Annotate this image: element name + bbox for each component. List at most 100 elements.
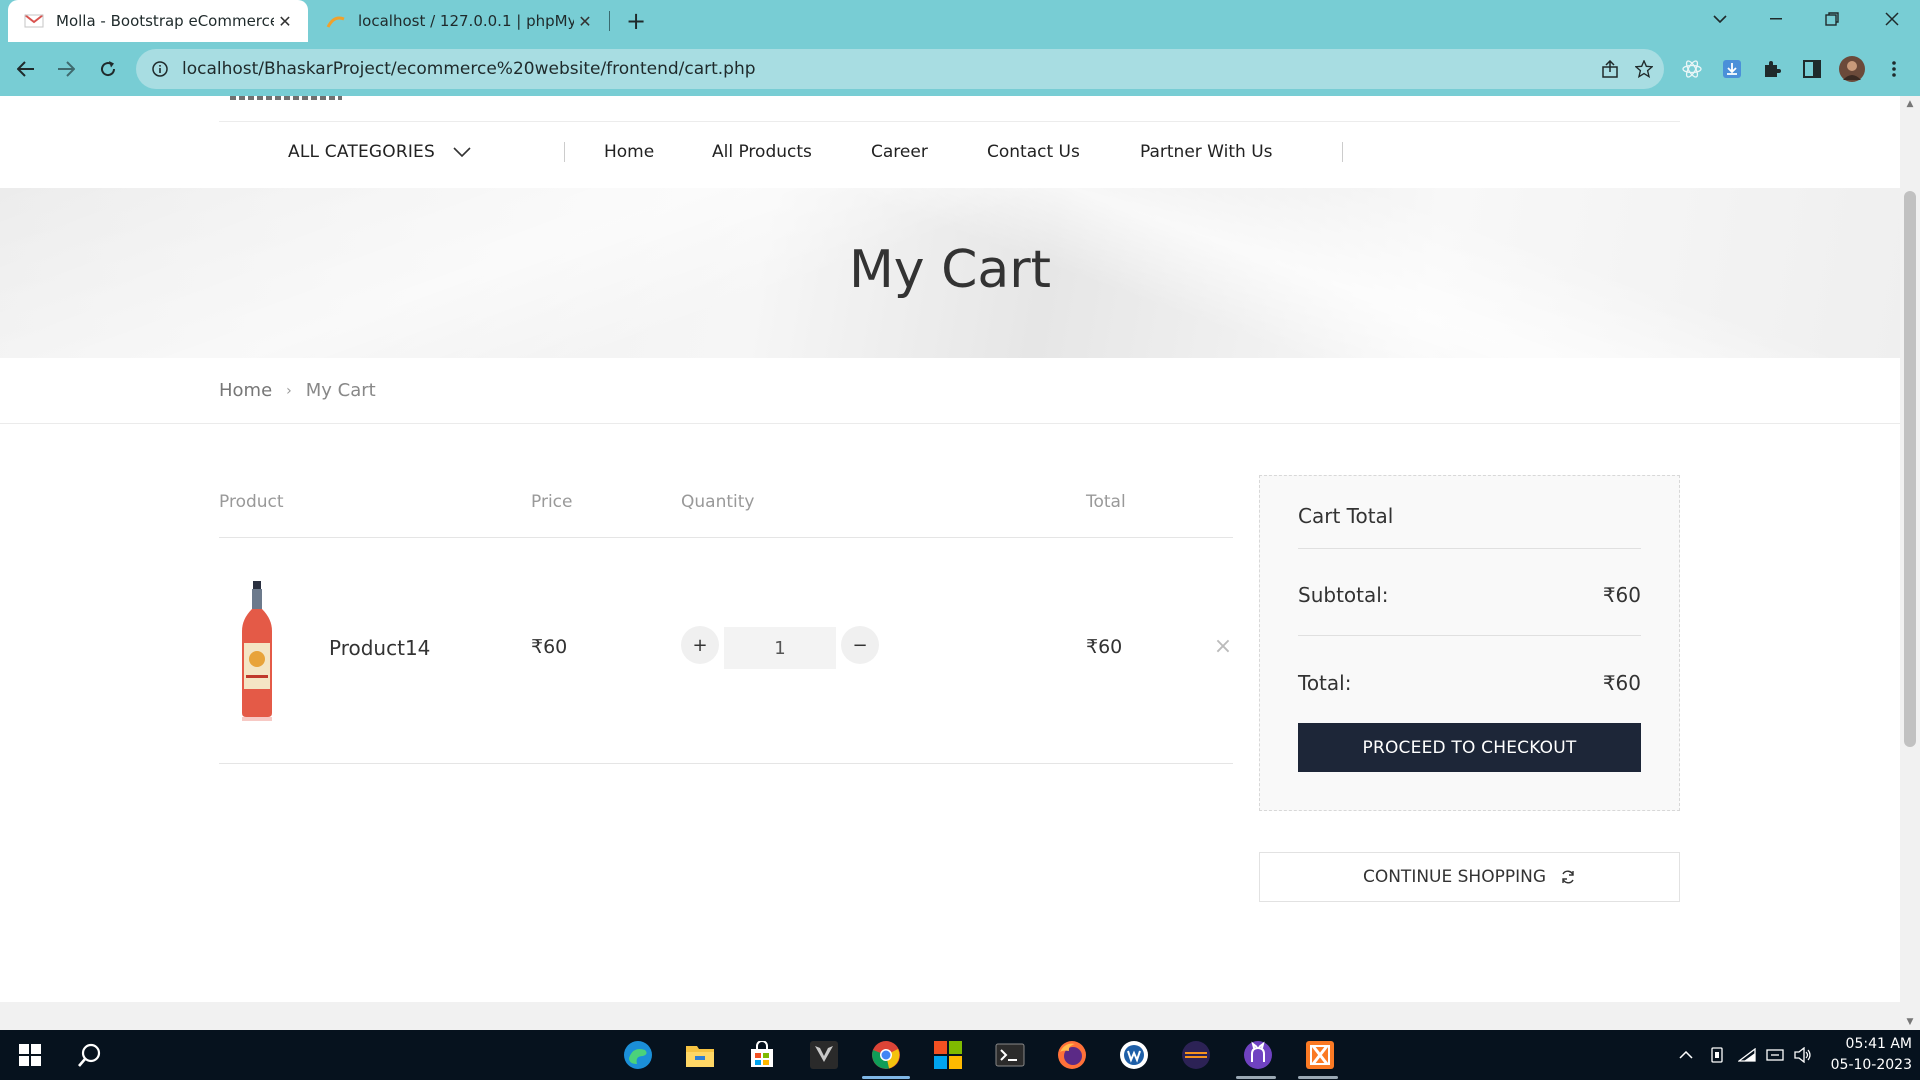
share-icon[interactable] — [1592, 49, 1628, 89]
nav-divider — [564, 142, 565, 162]
close-tab-icon[interactable]: ✕ — [274, 10, 296, 32]
edge-browser-icon[interactable] — [620, 1037, 656, 1073]
breadcrumb: Home › My Cart — [219, 380, 376, 401]
column-header-total: Total — [1086, 492, 1126, 512]
scroll-down-arrow-icon[interactable]: ▼ — [1900, 1014, 1920, 1030]
file-explorer-icon[interactable] — [682, 1037, 718, 1073]
column-header-price: Price — [531, 492, 573, 512]
chrome-menu-icon[interactable] — [1876, 51, 1912, 87]
page-title: My Cart — [848, 240, 1052, 300]
quantity-input[interactable] — [724, 627, 836, 669]
clock-date: 05-10-2023 — [1830, 1057, 1912, 1073]
summary-divider — [1298, 548, 1641, 549]
breadcrumb-home-link[interactable]: Home — [219, 380, 272, 401]
page-scrollbar[interactable]: ▲ ▼ — [1900, 96, 1920, 1030]
summary-title: Cart Total — [1298, 504, 1394, 528]
wifi-icon[interactable] — [1734, 1030, 1760, 1080]
show-hidden-icons-chevron-icon[interactable] — [1672, 1030, 1700, 1080]
subtotal-label: Subtotal: — [1298, 583, 1389, 607]
scroll-up-arrow-icon[interactable]: ▲ — [1900, 96, 1920, 112]
profile-avatar[interactable] — [1834, 51, 1870, 87]
remove-item-icon[interactable]: × — [1213, 634, 1233, 659]
react-devtools-icon[interactable] — [1674, 51, 1710, 87]
quantity-decrement-button[interactable]: − — [841, 626, 879, 664]
nav-link-home[interactable]: Home — [604, 122, 654, 182]
tab-separator — [609, 11, 610, 31]
firefox-icon[interactable] — [1054, 1037, 1090, 1073]
windows-start-icon[interactable] — [12, 1037, 48, 1073]
address-bar[interactable]: localhost/BhaskarProject/ecommerce%20web… — [136, 49, 1664, 89]
side-panel-icon[interactable] — [1794, 51, 1830, 87]
breadcrumb-current: My Cart — [305, 380, 376, 401]
refresh-icon — [1560, 869, 1576, 885]
minimize-icon[interactable] — [1748, 0, 1804, 38]
search-icon[interactable] — [72, 1037, 108, 1073]
volume-icon[interactable] — [1790, 1030, 1816, 1080]
github-desktop-icon[interactable] — [1240, 1037, 1276, 1073]
product-name-link[interactable]: Product14 — [329, 636, 430, 660]
table-row-divider — [219, 763, 1233, 764]
tab-title: localhost / 127.0.0.1 | phpMyAdmin — [358, 12, 574, 30]
proceed-to-checkout-button[interactable]: PROCEED TO CHECKOUT — [1298, 723, 1641, 772]
back-icon[interactable] — [8, 51, 44, 87]
writing-app-icon[interactable] — [1116, 1037, 1152, 1073]
network-icon[interactable] — [1762, 1030, 1788, 1080]
column-header-product: Product — [219, 492, 284, 512]
cart-total-summary: Cart Total Subtotal: ₹60 Total: ₹60 PROC… — [1259, 475, 1680, 811]
bookmark-star-icon[interactable] — [1626, 49, 1662, 89]
all-categories-dropdown[interactable]: ALL CATEGORIES — [288, 122, 471, 182]
forward-icon[interactable] — [48, 51, 84, 87]
nav-link-partner-with-us[interactable]: Partner With Us — [1140, 122, 1273, 182]
close-window-icon[interactable] — [1864, 0, 1920, 38]
product-thumbnail[interactable] — [238, 581, 276, 721]
nav-link-all-products[interactable]: All Products — [712, 122, 812, 182]
scrollbar-thumb[interactable] — [1904, 191, 1916, 747]
quantity-increment-button[interactable]: + — [681, 626, 719, 664]
eclipse-ide-icon[interactable] — [1178, 1037, 1214, 1073]
main-navigation: ALL CATEGORIES Home All Products Career … — [0, 122, 1900, 182]
restore-icon[interactable] — [1804, 0, 1860, 38]
page-header-banner: My Cart — [0, 188, 1900, 358]
close-tab-icon[interactable]: ✕ — [574, 10, 596, 32]
site-logo[interactable] — [230, 96, 342, 100]
microsoft-store-icon[interactable] — [744, 1037, 780, 1073]
nav-divider — [1342, 142, 1343, 162]
footer-top-edge — [0, 1002, 1900, 1030]
new-tab-plus-icon[interactable]: + — [622, 7, 650, 35]
chevron-right-icon: › — [286, 382, 292, 399]
nav-link-career[interactable]: Career — [871, 122, 928, 182]
system-clock[interactable]: 05:41 AM 05-10-2023 — [1826, 1034, 1912, 1076]
all-categories-label: ALL CATEGORIES — [288, 142, 435, 162]
windows-taskbar: 05:41 AM 05-10-2023 — [0, 1030, 1920, 1080]
chevron-down-icon — [453, 143, 471, 161]
continue-shopping-label: CONTINUE SHOPPING — [1362, 867, 1547, 887]
clock-time: 05:41 AM — [1845, 1036, 1912, 1052]
subtotal-value: ₹60 — [1602, 583, 1641, 607]
terminal-icon[interactable] — [992, 1037, 1028, 1073]
extensions-puzzle-icon[interactable] — [1754, 51, 1790, 87]
predator-sense-icon[interactable] — [806, 1037, 842, 1073]
page-viewport: ALL CATEGORIES Home All Products Career … — [0, 96, 1900, 1030]
continue-shopping-button[interactable]: CONTINUE SHOPPING — [1259, 852, 1680, 902]
row-total: ₹60 — [1086, 636, 1123, 658]
open-app-indicator — [1236, 1076, 1276, 1079]
tab-title: Molla - Bootstrap eCommerce Template — [56, 12, 274, 30]
product-price: ₹60 — [531, 636, 568, 658]
tab-search-chevron-icon[interactable] — [1692, 0, 1748, 38]
total-label: Total: — [1298, 671, 1352, 695]
active-app-indicator — [862, 1076, 910, 1079]
nav-link-contact-us[interactable]: Contact Us — [987, 122, 1080, 182]
tab-phpmyadmin[interactable]: localhost / 127.0.0.1 | phpMyAdmin ✕ — [312, 0, 608, 42]
breadcrumb-divider — [0, 423, 1900, 424]
browser-tab-bar: Molla - Bootstrap eCommerce Template ✕ l… — [0, 0, 1920, 42]
reload-icon[interactable] — [90, 51, 126, 87]
chrome-browser-icon[interactable] — [868, 1037, 904, 1073]
device-icon[interactable] — [1704, 1030, 1730, 1080]
column-header-quantity: Quantity — [681, 492, 755, 512]
xampp-icon[interactable] — [1302, 1037, 1338, 1073]
download-icon[interactable] — [1714, 51, 1750, 87]
microsoft-office-icon[interactable] — [930, 1037, 966, 1073]
browser-toolbar: localhost/BhaskarProject/ecommerce%20web… — [0, 42, 1920, 96]
site-info-icon[interactable] — [150, 59, 170, 79]
tab-molla[interactable]: Molla - Bootstrap eCommerce Template ✕ — [8, 0, 308, 42]
